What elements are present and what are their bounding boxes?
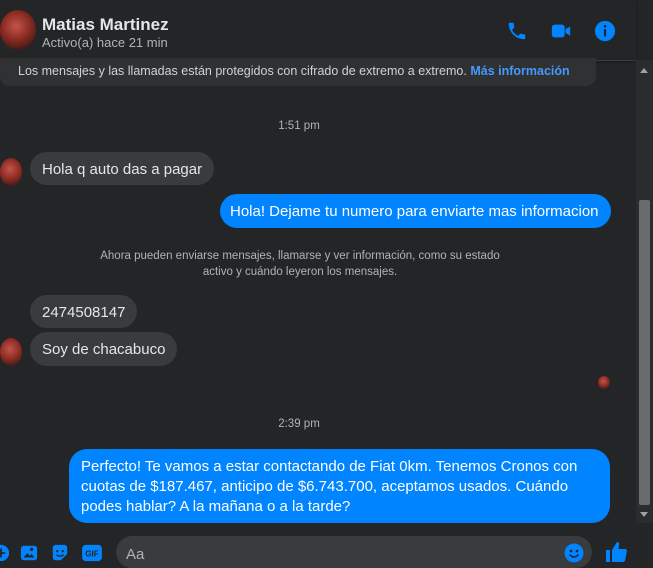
conversation-header: Matias Martinez Activo(a) hace 21 min [0,0,636,61]
system-notice-line: activo y cuándo leyeron los mensajes. [202,266,398,278]
timestamp: 2:39 pm [278,418,320,430]
system-notice-line: Ahora pueden enviarse mensajes, llamarse… [100,250,500,262]
contact-small-avatar [0,338,22,366]
scroll-up-arrow[interactable] [640,68,648,73]
timestamp: 1:51 pm [278,120,320,132]
encryption-notice: Los mensajes y las llamadas están proteg… [0,58,596,86]
message-input[interactable]: Aa [116,536,592,568]
message-input-placeholder: Aa [126,546,145,563]
scroll-down-arrow[interactable] [640,512,648,517]
more-info-link[interactable]: Más información [470,64,569,78]
contact-status: Activo(a) hace 21 min [42,35,168,50]
contact-name[interactable]: Matias Martinez [42,15,169,35]
message-incoming[interactable]: Soy de chacabuco [30,332,178,366]
message-incoming[interactable]: 2474508147 [30,295,138,328]
info-icon[interactable] [594,20,616,42]
add-icon[interactable] [0,544,10,562]
scrollbar[interactable] [636,60,653,523]
sticker-icon[interactable] [51,544,69,562]
message-outgoing[interactable]: Perfecto! Te vamos a estar contactando d… [69,449,610,523]
contact-small-avatar [0,158,22,186]
system-notice: Ahora pueden enviarse mensajes, llamarse… [60,248,540,280]
phone-icon[interactable] [506,20,528,42]
encryption-text: Los mensajes y las llamadas están proteg… [18,64,467,78]
scroll-thumb[interactable] [639,200,650,505]
contact-avatar[interactable] [0,10,36,50]
svg-text:GIF: GIF [85,550,99,559]
message-line: Perfecto! Te vamos a estar contactando d… [81,458,578,475]
like-icon[interactable] [604,540,628,564]
gif-icon[interactable]: GIF [82,544,102,562]
message-line: cuotas de $187.467, anticipo de $6.743.7… [81,478,569,495]
image-icon[interactable] [20,544,38,562]
message-incoming[interactable]: Hola q auto das a pagar [30,152,215,185]
message-line: podes hablar? A la mañana o a la tarde? [81,498,351,515]
message-outgoing[interactable]: Hola! Dejame tu numero para enviarte mas… [220,194,611,228]
video-call-icon[interactable] [550,20,572,42]
read-receipt-avatar [598,376,610,389]
emoji-icon[interactable] [564,543,584,563]
